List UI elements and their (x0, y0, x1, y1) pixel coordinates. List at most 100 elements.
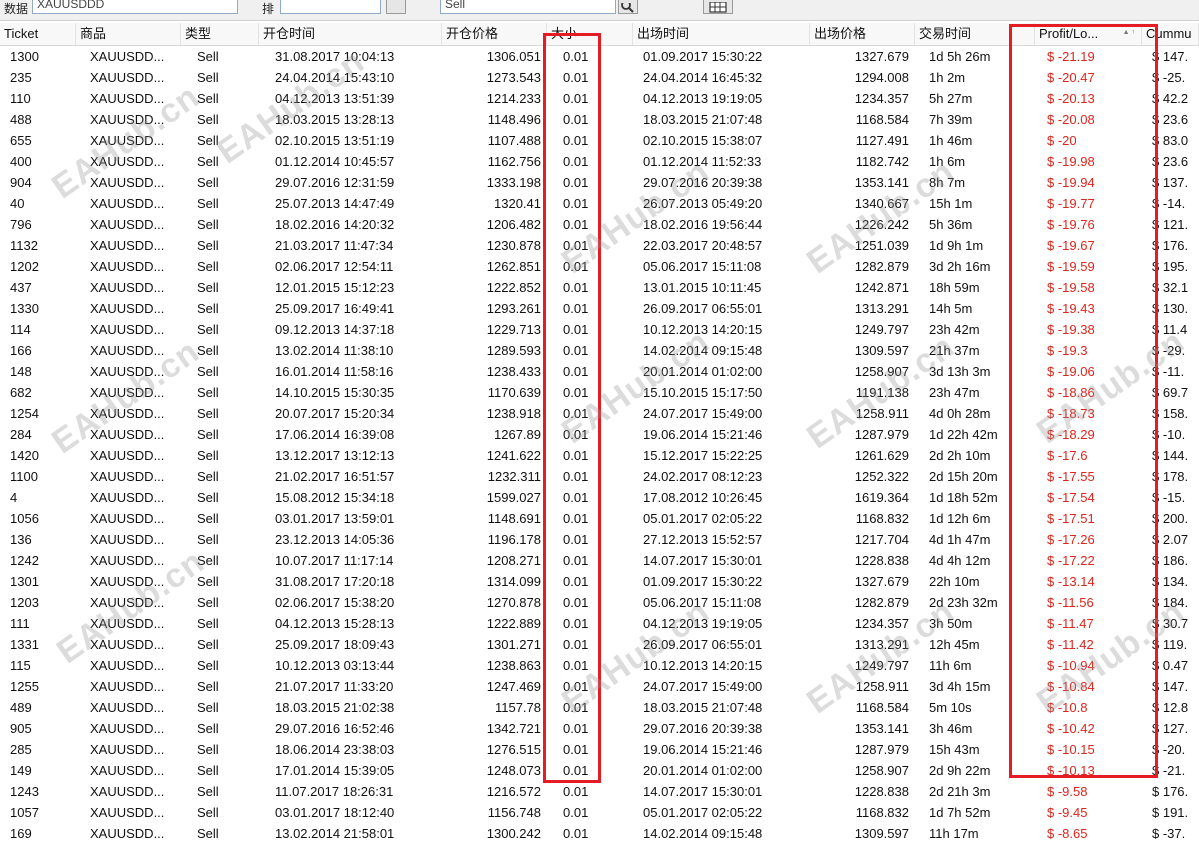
cell-profit: $ -20 (1047, 133, 1077, 148)
cell-type: Sell (197, 280, 219, 295)
column-header-1[interactable]: 商品 (76, 23, 181, 45)
column-header-3[interactable]: 开仓时间 (259, 23, 442, 45)
cell-close-price: 1261.629 (854, 448, 909, 463)
table-row[interactable]: 1330 XAUUSDD... Sell 25.09.2017 16:49:41 129… (0, 298, 1199, 319)
table-row[interactable]: 489 XAUUSDD... Sell 18.03.2015 21:02:38 1157… (0, 697, 1199, 718)
cell-duration: 1h 6m (929, 154, 966, 169)
cell-type: Sell (197, 112, 219, 127)
cell-ticket: 285 (10, 742, 32, 757)
cell-size: 0.01 (563, 280, 589, 295)
cell-cumulative: $ -10. (1152, 427, 1186, 442)
cell-cumulative: $ 200. (1152, 511, 1189, 526)
cell-ticket: 1242 (10, 553, 39, 568)
cell-symbol: XAUUSDD... (90, 280, 165, 295)
table-row[interactable]: 285 XAUUSDD... Sell 18.06.2014 23:38:03 1276… (0, 739, 1199, 760)
cell-close-price: 1234.357 (854, 91, 909, 106)
cell-duration: 21h 37m (929, 343, 980, 358)
sort-ascending-icon: ▲ ↑ (1122, 29, 1135, 36)
cell-symbol: XAUUSDD... (90, 553, 165, 568)
table-row[interactable]: 110 XAUUSDD... Sell 04.12.2013 13:51:39 1214… (0, 88, 1199, 109)
table-row[interactable]: 111 XAUUSDD... Sell 04.12.2013 15:28:13 1222… (0, 613, 1199, 634)
column-header-8[interactable]: 交易时间 (915, 23, 1035, 45)
cell-open-price: 1267.89 (494, 427, 541, 442)
column-header-7[interactable]: 出场价格 (810, 23, 915, 45)
column-header-2[interactable]: 类型 (181, 23, 259, 45)
table-row[interactable]: 149 XAUUSDD... Sell 17.01.2014 15:39:05 1248… (0, 760, 1199, 781)
cell-symbol: XAUUSDD... (90, 679, 165, 694)
table-row[interactable]: 284 XAUUSDD... Sell 17.06.2014 16:39:08 1267… (0, 424, 1199, 445)
sort-button[interactable] (386, 0, 406, 14)
table-row[interactable]: 655 XAUUSDD... Sell 02.10.2015 13:51:19 1107… (0, 130, 1199, 151)
cell-ticket: 1202 (10, 259, 39, 274)
table-row[interactable]: 1056 XAUUSDD... Sell 03.01.2017 13:59:01 114… (0, 508, 1199, 529)
table-row[interactable]: 1100 XAUUSDD... Sell 21.02.2017 16:51:57 123… (0, 466, 1199, 487)
symbol-select[interactable]: XAUUSDDD (32, 0, 238, 14)
cell-profit: $ -9.45 (1047, 805, 1088, 820)
cell-symbol: XAUUSDD... (90, 301, 165, 316)
cell-type: Sell (197, 700, 219, 715)
type-select[interactable]: Sell (440, 0, 616, 14)
cell-size: 0.01 (563, 511, 589, 526)
cell-size: 0.01 (563, 301, 589, 316)
cell-type: Sell (197, 595, 219, 610)
cell-ticket: 1255 (10, 679, 39, 694)
cell-open-time: 04.12.2013 13:51:39 (275, 91, 395, 106)
cell-cumulative: $ -15. (1152, 490, 1186, 505)
cell-open-time: 13.02.2014 11:38:10 (275, 343, 394, 358)
column-header-5[interactable]: 大小 (547, 23, 633, 45)
table-row[interactable]: 1301 XAUUSDD... Sell 31.08.2017 17:20:18 131… (0, 571, 1199, 592)
cell-size: 0.01 (563, 196, 589, 211)
cell-close-time: 04.12.2013 19:19:05 (643, 91, 763, 106)
table-row[interactable]: 904 XAUUSDD... Sell 29.07.2016 12:31:59 1333… (0, 172, 1199, 193)
column-header-0[interactable]: Ticket (0, 23, 76, 45)
column-header-10[interactable]: Cummu (1142, 23, 1199, 45)
table-row[interactable]: 4 XAUUSDD... Sell 15.08.2012 15:34:18 1599.0… (0, 487, 1199, 508)
cell-duration: 15h 43m (929, 742, 980, 757)
sort-select[interactable] (280, 0, 381, 14)
cell-open-time: 03.01.2017 18:12:40 (275, 805, 395, 820)
table-row[interactable]: 1057 XAUUSDD... Sell 03.01.2017 18:12:40 115… (0, 802, 1199, 823)
table-row[interactable]: 40 XAUUSDD... Sell 25.07.2013 14:47:49 1320.… (0, 193, 1199, 214)
table-row[interactable]: 136 XAUUSDD... Sell 23.12.2013 14:05:36 1196… (0, 529, 1199, 550)
table-row[interactable]: 114 XAUUSDD... Sell 09.12.2013 14:37:18 1229… (0, 319, 1199, 340)
table-row[interactable]: 166 XAUUSDD... Sell 13.02.2014 11:38:10 1289… (0, 340, 1199, 361)
table-row[interactable]: 905 XAUUSDD... Sell 29.07.2016 16:52:46 1342… (0, 718, 1199, 739)
table-row[interactable]: 235 XAUUSDD... Sell 24.04.2014 15:43:10 1273… (0, 67, 1199, 88)
column-header-label: Cummu (1146, 26, 1192, 41)
cell-open-price: 1238.433 (486, 364, 541, 379)
column-header-6[interactable]: 出场时间 (633, 23, 810, 45)
table-row[interactable]: 488 XAUUSDD... Sell 18.03.2015 13:28:13 1148… (0, 109, 1199, 130)
cell-close-price: 1226.242 (854, 217, 909, 232)
search-button[interactable] (618, 0, 638, 14)
cell-symbol: XAUUSDD... (90, 742, 165, 757)
cell-duration: 11h 6m (929, 658, 972, 673)
cell-profit: $ -20.08 (1047, 112, 1095, 127)
table-row[interactable]: 115 XAUUSDD... Sell 10.12.2013 03:13:44 1238… (0, 655, 1199, 676)
cell-profit: $ -13.14 (1047, 574, 1095, 589)
table-row[interactable]: 400 XAUUSDD... Sell 01.12.2014 10:45:57 1162… (0, 151, 1199, 172)
table-row[interactable]: 1254 XAUUSDD... Sell 20.07.2017 15:20:34 123… (0, 403, 1199, 424)
cell-open-price: 1241.622 (486, 448, 541, 463)
table-row[interactable]: 169 XAUUSDD... Sell 13.02.2014 21:58:01 1300… (0, 823, 1199, 844)
table-row[interactable]: 1255 XAUUSDD... Sell 21.07.2017 11:33:20 124… (0, 676, 1199, 697)
cell-close-time: 20.01.2014 01:02:00 (643, 364, 763, 379)
table-row[interactable]: 1202 XAUUSDD... Sell 02.06.2017 12:54:11 126… (0, 256, 1199, 277)
export-button[interactable] (703, 0, 733, 14)
table-row[interactable]: 1300 XAUUSDD... Sell 31.08.2017 10:04:13 130… (0, 46, 1199, 67)
table-row[interactable]: 796 XAUUSDD... Sell 18.02.2016 14:20:32 1206… (0, 214, 1199, 235)
cell-open-price: 1238.918 (486, 406, 541, 421)
table-row[interactable]: 682 XAUUSDD... Sell 14.10.2015 15:30:35 1170… (0, 382, 1199, 403)
cell-type: Sell (197, 763, 219, 778)
column-header-4[interactable]: 开仓价格 (442, 23, 547, 45)
cell-ticket: 1300 (10, 49, 39, 64)
table-row[interactable]: 148 XAUUSDD... Sell 16.01.2014 11:58:16 1238… (0, 361, 1199, 382)
table-row[interactable]: 1331 XAUUSDD... Sell 25.09.2017 18:09:43 130… (0, 634, 1199, 655)
column-header-9[interactable]: Profit/Lo... ▲ ↑ (1035, 23, 1142, 45)
table-row[interactable]: 1242 XAUUSDD... Sell 10.07.2017 11:17:14 120… (0, 550, 1199, 571)
cell-close-time: 26.07.2013 05:49:20 (643, 196, 763, 211)
table-row[interactable]: 1420 XAUUSDD... Sell 13.12.2017 13:12:13 124… (0, 445, 1199, 466)
table-row[interactable]: 1132 XAUUSDD... Sell 21.03.2017 11:47:34 123… (0, 235, 1199, 256)
table-row[interactable]: 1243 XAUUSDD... Sell 11.07.2017 18:26:31 121… (0, 781, 1199, 802)
table-row[interactable]: 1203 XAUUSDD... Sell 02.06.2017 15:38:20 127… (0, 592, 1199, 613)
table-row[interactable]: 437 XAUUSDD... Sell 12.01.2015 15:12:23 1222… (0, 277, 1199, 298)
